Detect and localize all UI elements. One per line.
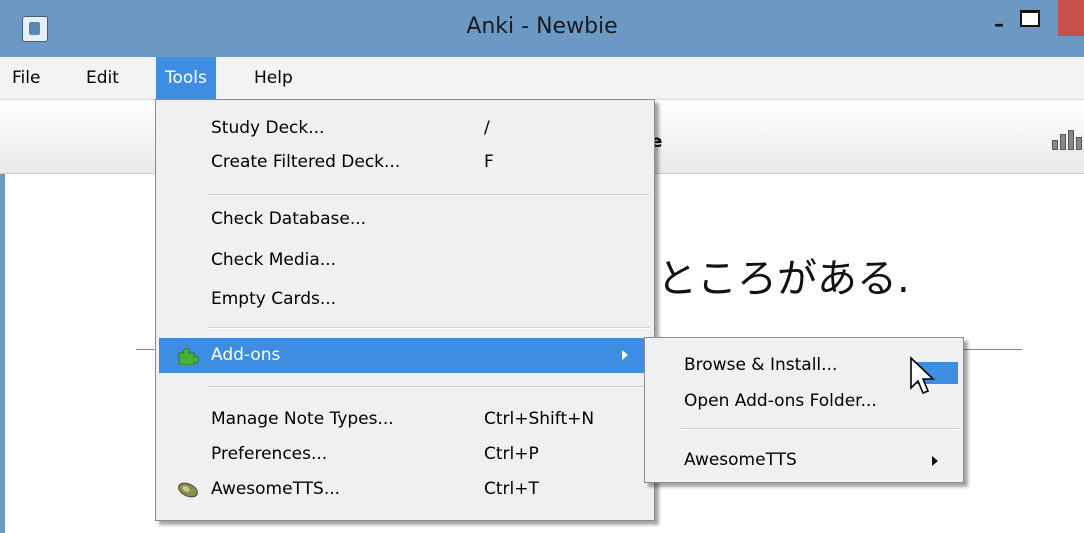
menu-item-label: Add-ons	[211, 345, 281, 365]
menu-item-add-ons[interactable]: Add-ons	[159, 338, 651, 373]
title-bar: Anki - Newbie –	[0, 0, 1084, 57]
menu-item-shortcut: F	[484, 152, 494, 172]
minimize-button[interactable]: –	[990, 14, 1008, 35]
menu-help[interactable]: Help	[245, 57, 302, 99]
menu-separator	[208, 386, 650, 388]
card-text: ところがある.	[657, 256, 910, 302]
mouse-cursor-icon	[910, 356, 935, 395]
menu-item-study-deck[interactable]: Study Deck... /	[159, 112, 651, 146]
menu-item-check-database[interactable]: Check Database...	[159, 203, 651, 237]
menu-item-label: Open Add-ons Folder...	[684, 391, 877, 411]
menu-item-awesometts[interactable]: AwesomeTTS... Ctrl+T	[159, 473, 651, 507]
stats-icon[interactable]	[1050, 128, 1084, 150]
tools-menu: Study Deck... / Create Filtered Deck... …	[155, 99, 655, 521]
speaker-icon	[178, 482, 198, 498]
menu-item-label: AwesomeTTS...	[211, 479, 341, 499]
menu-file[interactable]: File	[3, 57, 49, 99]
menu-edit[interactable]: Edit	[77, 57, 128, 99]
menu-item-check-media[interactable]: Check Media...	[159, 244, 651, 278]
menu-item-create-filtered-deck[interactable]: Create Filtered Deck... F	[159, 146, 651, 180]
close-button[interactable]	[1058, 0, 1084, 36]
menu-item-awesometts-submenu[interactable]: AwesomeTTS	[648, 444, 960, 478]
menu-tools[interactable]: Tools	[156, 57, 216, 99]
menu-item-label: Preferences...	[211, 444, 328, 464]
chevron-right-icon	[622, 350, 628, 360]
menu-item-label: Browse & Install...	[684, 355, 838, 375]
menu-separator	[208, 327, 650, 329]
puzzle-icon	[178, 347, 199, 365]
menu-item-label: Manage Note Types...	[211, 409, 394, 429]
menu-item-label: Check Database...	[211, 209, 367, 229]
menu-item-manage-note-types[interactable]: Manage Note Types... Ctrl+Shift+N	[159, 403, 651, 437]
window-border	[0, 174, 5, 533]
menu-item-preferences[interactable]: Preferences... Ctrl+P	[159, 438, 651, 472]
menu-item-empty-cards[interactable]: Empty Cards...	[159, 283, 651, 317]
chevron-right-icon	[932, 456, 938, 466]
menu-item-shortcut: Ctrl+Shift+N	[484, 409, 595, 429]
menu-separator	[208, 194, 650, 196]
maximize-button[interactable]	[1020, 10, 1040, 27]
window-title: Anki - Newbie	[466, 14, 618, 39]
menu-item-shortcut: Ctrl+P	[484, 444, 539, 464]
menu-item-label: AwesomeTTS	[684, 450, 797, 470]
menu-separator	[681, 428, 959, 430]
menu-item-label: Create Filtered Deck...	[211, 152, 401, 172]
menu-item-label: Check Media...	[211, 250, 336, 270]
menu-item-label: Empty Cards...	[211, 289, 337, 309]
divider-line-right	[964, 349, 1022, 350]
menu-item-label: Study Deck...	[211, 118, 325, 138]
menu-bar: File Edit Tools Help	[0, 57, 1084, 99]
menu-item-shortcut: Ctrl+T	[484, 479, 539, 499]
menu-item-shortcut: /	[484, 118, 490, 138]
